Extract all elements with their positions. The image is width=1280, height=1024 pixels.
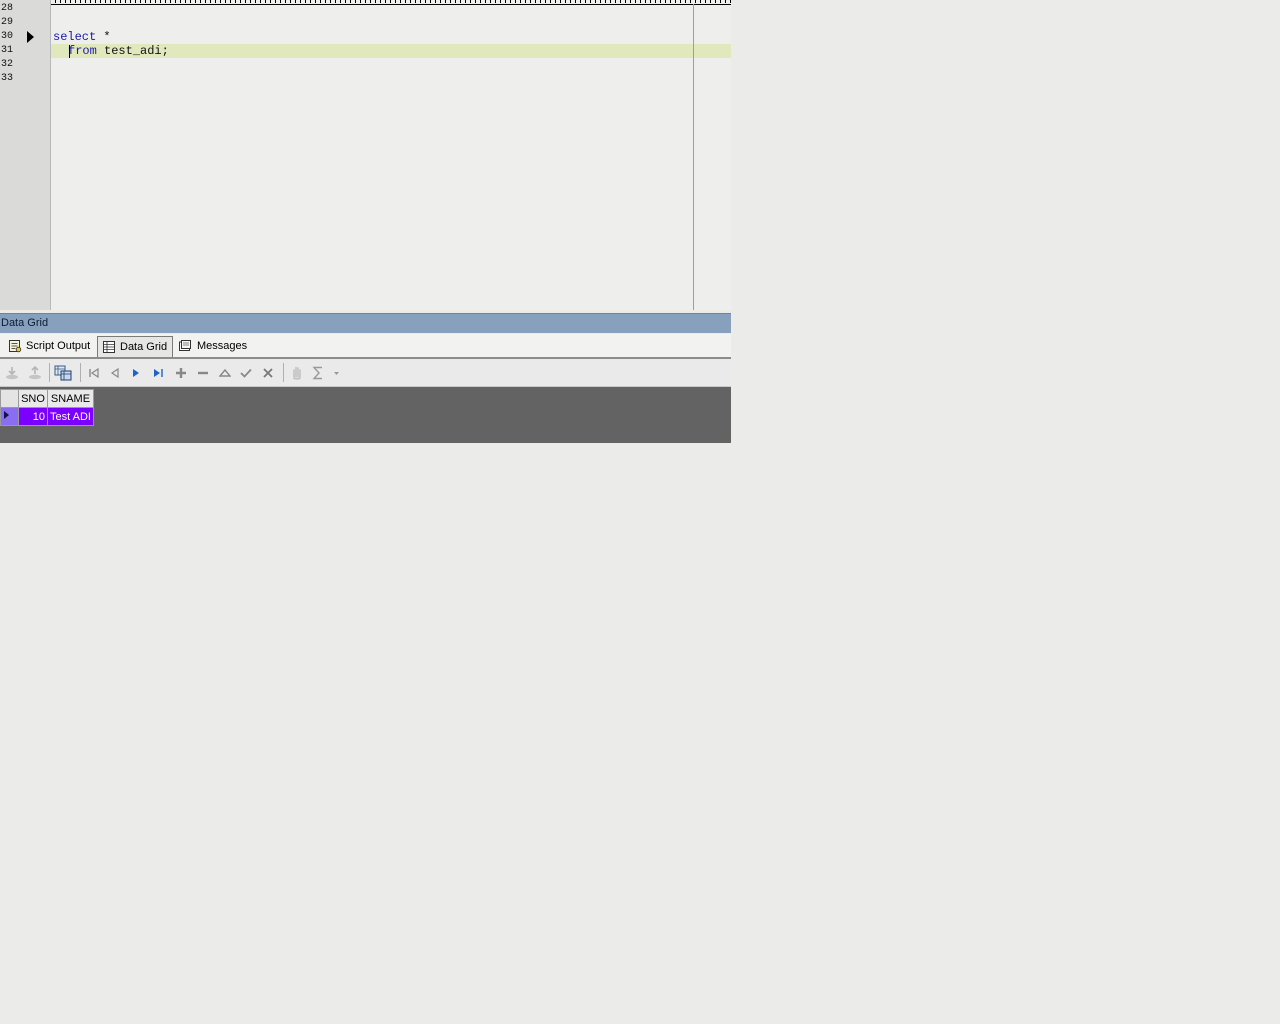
- line-number: 31: [1, 45, 14, 56]
- toolbar-separator: [283, 363, 284, 382]
- edit-record-icon: [219, 368, 231, 377]
- line-number: 32: [1, 59, 14, 70]
- edit-record-button[interactable]: [216, 364, 234, 381]
- first-record-icon: [89, 367, 99, 378]
- grid-toolbar: [0, 359, 731, 387]
- sum-icon: [312, 366, 339, 379]
- sql-editor[interactable]: 28 29 30 31 32 33 select * from test_adi…: [0, 0, 731, 310]
- tab-messages[interactable]: Messages: [174, 336, 252, 357]
- chevron-down-icon: [334, 371, 339, 375]
- next-record-icon: [133, 368, 139, 377]
- delete-record-icon: [198, 371, 208, 374]
- insert-record-button[interactable]: [172, 364, 190, 381]
- toolbar-separator: [80, 363, 81, 382]
- grid-header-row: SNO SNAME: [0, 389, 94, 408]
- first-record-button[interactable]: [85, 364, 103, 381]
- column-header-sno[interactable]: SNO: [18, 389, 48, 408]
- panel-title: Data Grid: [0, 313, 731, 333]
- import-icon: [6, 366, 18, 379]
- line-number: 33: [1, 73, 14, 84]
- row-indicator[interactable]: [0, 407, 19, 426]
- data-grid-icon: [103, 341, 115, 353]
- line-number: 28: [1, 3, 14, 14]
- prior-record-icon: [110, 367, 119, 378]
- cell-sname[interactable]: Test ADI: [47, 407, 94, 426]
- cancel-edit-button[interactable]: [259, 364, 277, 381]
- insert-record-icon: [176, 367, 186, 378]
- refresh-button[interactable]: [54, 364, 72, 381]
- line-number: 29: [1, 17, 14, 28]
- tab-data-grid[interactable]: Data Grid: [97, 336, 173, 357]
- column-ruler: [51, 0, 731, 5]
- code-line-31[interactable]: from test_adi;: [68, 44, 169, 58]
- export-button[interactable]: [26, 364, 44, 381]
- last-record-icon: [154, 368, 163, 377]
- data-grid-area[interactable]: [0, 387, 731, 443]
- post-edit-icon: [240, 368, 252, 378]
- hand-icon: [293, 366, 301, 380]
- grid-corner-cell[interactable]: [0, 389, 19, 408]
- last-record-button[interactable]: [149, 364, 167, 381]
- delete-record-button[interactable]: [194, 364, 212, 381]
- import-button[interactable]: [3, 364, 21, 381]
- hand-button[interactable]: [288, 364, 306, 381]
- text-caret: [69, 45, 70, 58]
- cancel-edit-icon: [263, 367, 273, 378]
- results-tabbar: Script Output Data Grid Messages: [0, 334, 731, 359]
- cell-sno[interactable]: 10: [18, 407, 48, 426]
- line-number: 30: [1, 31, 14, 42]
- result-grid[interactable]: SNO SNAME 10 Test ADI: [0, 389, 94, 426]
- tab-label: Messages: [197, 340, 248, 352]
- current-row-arrow-icon: [4, 411, 9, 419]
- post-edit-button[interactable]: [237, 364, 255, 381]
- sum-dropdown-button[interactable]: [311, 364, 341, 381]
- tab-label: Data Grid: [120, 341, 168, 353]
- script-output-icon: [9, 340, 22, 353]
- prior-record-button[interactable]: [106, 364, 124, 381]
- code-line-30[interactable]: select *: [53, 30, 111, 44]
- tab-label: Script Output: [26, 340, 91, 352]
- sql-text: test_adi;: [96, 44, 169, 58]
- current-statement-arrow-icon: [27, 31, 34, 43]
- right-margin-line: [693, 4, 694, 310]
- next-record-button[interactable]: [127, 364, 145, 381]
- line-number-gutter: 28 29 30 31 32 33: [0, 0, 51, 310]
- tab-script-output[interactable]: Script Output: [4, 336, 96, 357]
- sql-text: *: [96, 30, 111, 44]
- sql-keyword: from: [68, 44, 97, 58]
- table-row[interactable]: 10 Test ADI: [0, 407, 94, 426]
- messages-icon: [179, 340, 191, 351]
- export-icon: [29, 365, 41, 379]
- refresh-icon: [54, 365, 72, 380]
- column-header-sname[interactable]: SNAME: [47, 389, 94, 408]
- sql-keyword: select: [53, 30, 97, 44]
- toolbar-separator: [49, 363, 50, 382]
